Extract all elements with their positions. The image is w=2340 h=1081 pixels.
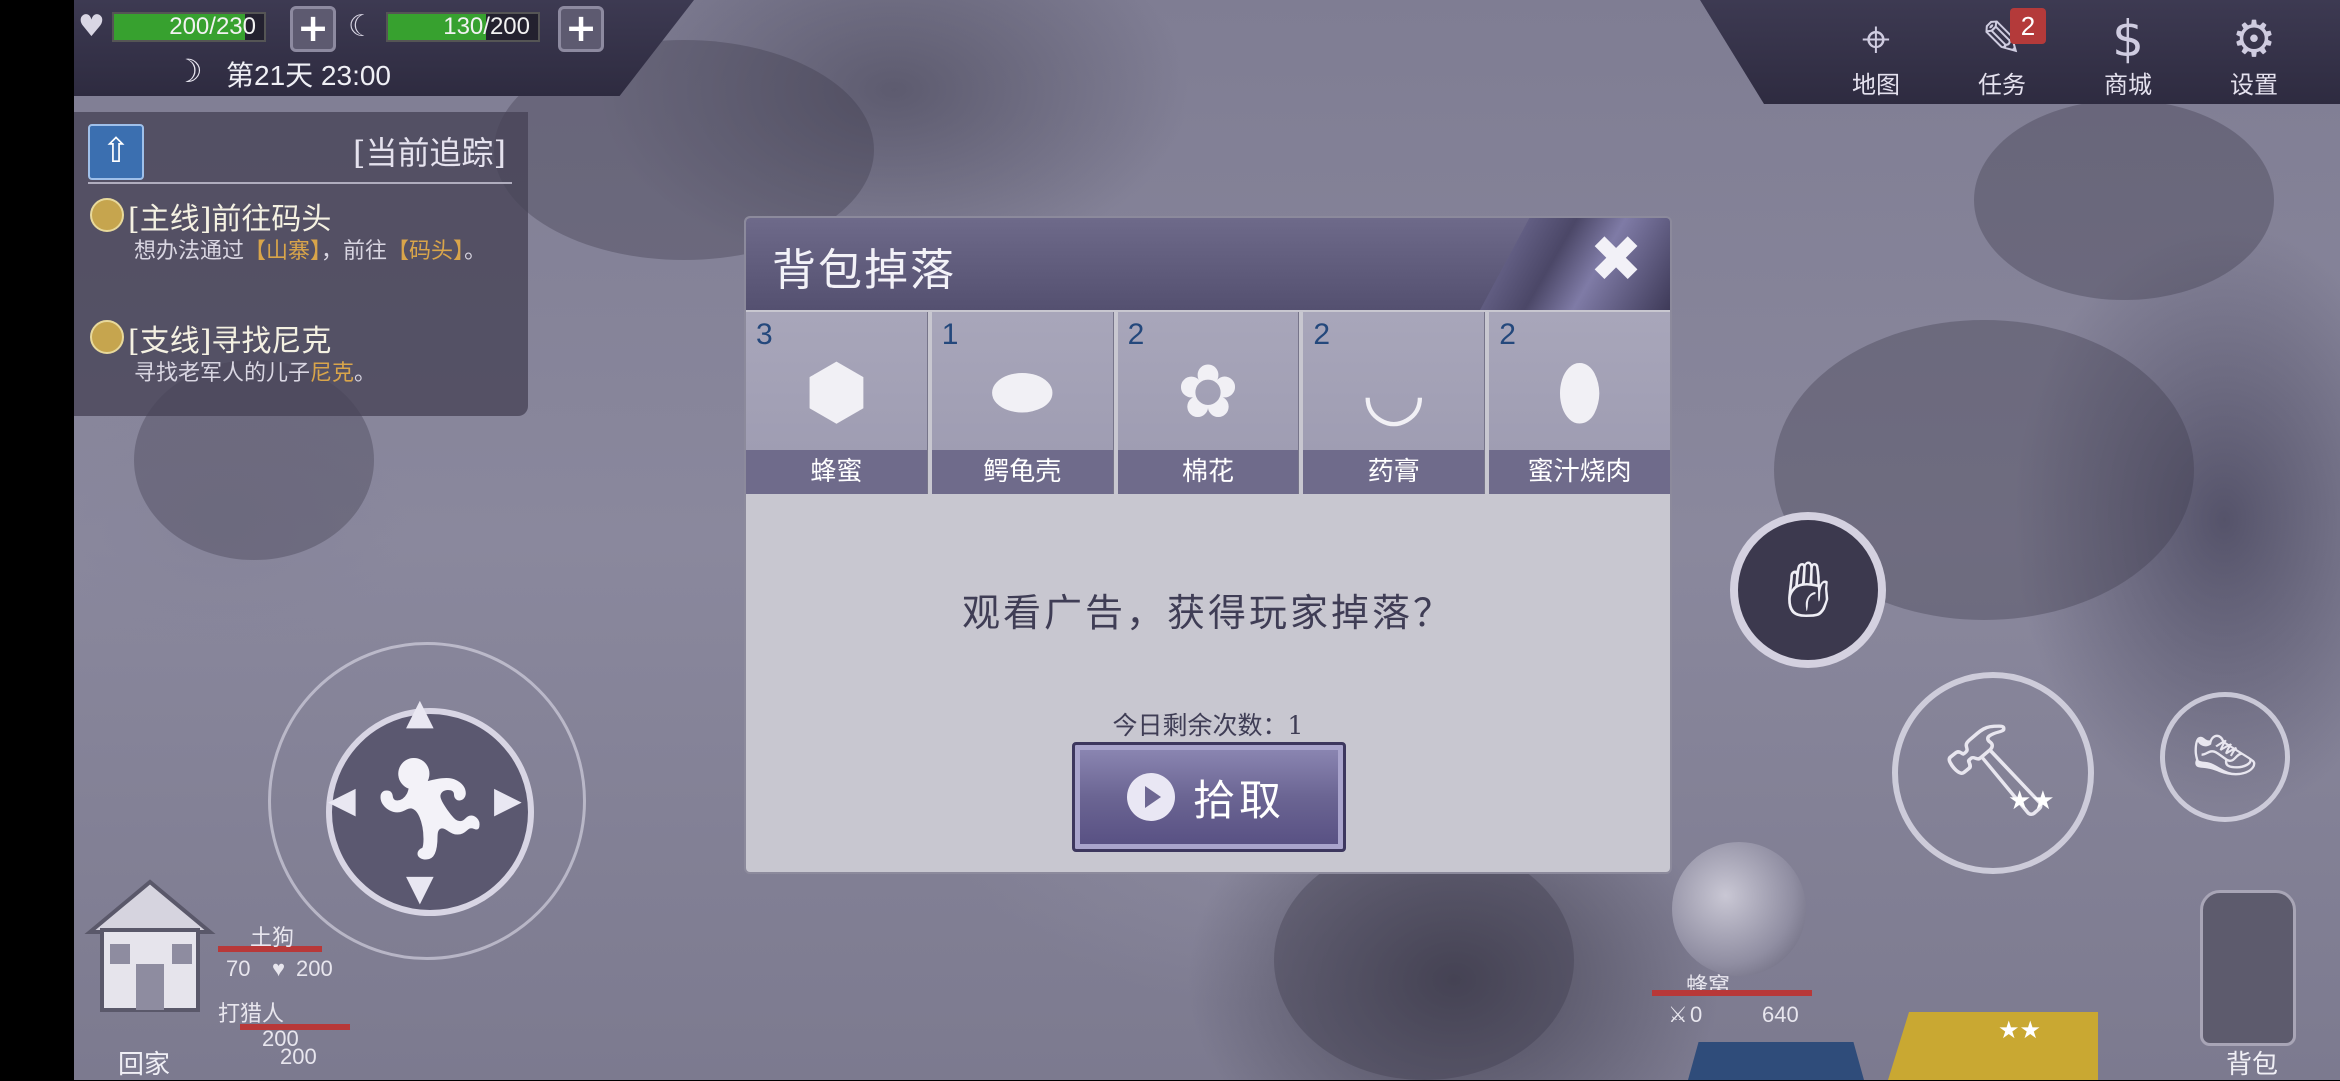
menu-label: 地图 <box>1852 71 1900 99</box>
remaining-count: 今日剩余次数：1 <box>1112 711 1304 740</box>
pick-up-label: 拾取 <box>1193 776 1286 825</box>
backpack-icon[interactable] <box>2200 890 2296 1046</box>
enemy-health-bar <box>1652 990 1812 996</box>
quest-desc-text: 想办法通过 <box>134 239 245 264</box>
item-name: 鳄龟壳 <box>931 450 1113 494</box>
close-button[interactable]: ✖ <box>1584 228 1648 292</box>
sprint-button[interactable]: 👟︎ <box>2160 692 2290 822</box>
quest-desc-text: 。 <box>464 239 487 264</box>
attack-button[interactable]: 🔨︎ ★★ <box>1892 672 2094 874</box>
star-rating-icon: ★★ <box>2008 786 2055 816</box>
drop-item[interactable]: 2 ✿ 棉花 <box>1117 312 1300 494</box>
arrow-up-icon: ▲ <box>406 692 434 733</box>
health-value: 200/230 <box>169 13 256 40</box>
tracker-header: [当前追踪] <box>353 134 506 172</box>
item-name: 棉花 <box>1117 450 1299 494</box>
heart-icon: ♥ <box>272 956 286 981</box>
drop-item[interactable]: 3 ⬢ 蜂蜜 <box>746 312 928 494</box>
divider <box>88 182 512 184</box>
dialog-header: 背包掉落 ✖ <box>746 218 1670 310</box>
arrow-left-icon: ◀ <box>328 780 356 821</box>
drop-item[interactable]: 1 ⬬ 鳄龟壳 <box>931 312 1114 494</box>
quest-count-badge: 2 <box>2010 8 2046 44</box>
pick-up-button[interactable]: 拾取 <box>1072 742 1346 852</box>
weapon-slot-blue[interactable] <box>1688 1042 1864 1080</box>
menu-label: 商城 <box>2104 71 2152 99</box>
home-button[interactable] <box>80 872 220 1022</box>
health-stat: ♥ 200/230 <box>78 12 266 42</box>
roast-meat-icon: ⬮ <box>1556 349 1603 435</box>
drop-item-list: 3 ⬢ 蜂蜜 1 ⬬ 鳄龟壳 2 ✿ 棉花 2 ◡ 药膏 2 ⬮ 蜜汁烧肉 <box>746 312 1670 494</box>
backpack-drop-dialog: 背包掉落 ✖ 3 ⬢ 蜂蜜 1 ⬬ 鳄龟壳 2 ✿ 棉花 2 ◡ 药膏 2 ⬮ … <box>744 216 1672 874</box>
quest-scroll-icon <box>90 320 124 354</box>
item-name: 蜂蜜 <box>746 450 927 494</box>
quest-npc: 尼克 <box>310 361 355 386</box>
enemy-name: 土狗 <box>250 925 295 950</box>
enemy-hp: 200 <box>296 956 333 981</box>
menu-quests[interactable]: ✎ 任务 2 <box>1952 6 2052 98</box>
menu-label: 设置 <box>2230 71 2278 99</box>
quest-title[interactable]: [主线]前往码头 <box>128 194 331 238</box>
enemy-attack: 70 <box>226 956 251 981</box>
quest-title[interactable]: [支线]寻找尼克 <box>128 316 331 360</box>
health-bar: 200/230 <box>112 12 266 42</box>
quest-scroll-icon <box>90 198 124 232</box>
quest-desc-text: 寻找老军人的儿子 <box>134 361 311 386</box>
quest-desc: 想办法通过【山寨】，前往【码头】。 <box>134 236 512 268</box>
item-name: 药膏 <box>1303 450 1485 494</box>
quest-desc-text: ，前往 <box>321 239 388 264</box>
hunger-bar: 130/200 <box>386 12 540 42</box>
menu-shop[interactable]: $ 商城 <box>2078 6 2178 98</box>
sword-icon: ⚔ <box>1668 1002 1688 1027</box>
interact-hand-button[interactable]: ✋︎ <box>1730 512 1886 668</box>
quest-location: 【山寨】 <box>244 239 322 264</box>
menu-settings[interactable]: ⚙ 设置 <box>2204 6 2304 98</box>
arrow-down-icon: ▼ <box>406 868 434 909</box>
menu-label: 任务 <box>1978 71 2026 99</box>
heart-icon: ♥ <box>78 9 105 44</box>
arrow-right-icon: ▶ <box>494 780 522 821</box>
honeycomb-icon: ⬢ <box>804 349 869 435</box>
moon-icon: ☽ <box>174 52 203 90</box>
settings-icon: ⚙ <box>2231 10 2277 68</box>
turtle-shell-icon: ⬬ <box>990 349 1054 435</box>
house-icon <box>84 879 216 1012</box>
shop-icon: $ <box>2112 10 2144 68</box>
home-label: 回家 <box>118 1050 171 1080</box>
quest-desc: 寻找老军人的儿子尼克。 <box>134 358 512 390</box>
menu-map[interactable]: ⌖ 地图 <box>1826 6 1926 98</box>
dialog-title: 背包掉落 <box>772 245 956 296</box>
day-time: 第21天 23:00 <box>226 60 391 91</box>
backpack-label: 背包 <box>2226 1050 2279 1080</box>
ad-question: 观看广告，获得玩家掉落？ <box>961 591 1454 635</box>
star-rating-icon: ★★ <box>1998 1016 2042 1044</box>
hunger-value: 130/200 <box>443 13 530 40</box>
map-icon: ⌖ <box>1861 10 1891 68</box>
add-hunger-button[interactable]: + <box>558 6 604 52</box>
weapon-slot-yellow[interactable]: ★★ <box>1888 1012 2098 1080</box>
drop-item[interactable]: 2 ⬮ 蜜汁烧肉 <box>1489 312 1670 494</box>
hand-icon: ✋︎ <box>1785 545 1831 635</box>
enemy-attack: 0 <box>1690 1002 1703 1027</box>
enemy-hp: 200 <box>280 1044 317 1069</box>
stomach-icon: ☾ <box>348 9 375 44</box>
collapse-tracker-button[interactable]: ⇧ <box>88 124 144 180</box>
quest-desc-text: 。 <box>354 361 377 386</box>
enemy-hp: 640 <box>1762 1002 1799 1027</box>
close-icon: ✖ <box>1589 223 1643 297</box>
quest-location: 【码头】 <box>387 239 465 264</box>
play-icon <box>1127 773 1175 821</box>
add-health-button[interactable]: + <box>290 6 336 52</box>
hunger-stat: ☾ 130/200 <box>348 12 540 42</box>
shoe-icon: 👟︎ <box>2186 722 2264 792</box>
cotton-icon: ✿ <box>1176 349 1239 435</box>
item-name: 蜜汁烧肉 <box>1489 450 1670 494</box>
ointment-bowl-icon: ◡ <box>1361 349 1427 435</box>
drop-item[interactable]: 2 ◡ 药膏 <box>1303 312 1486 494</box>
quest-tracker: ⇧ [当前追踪] [主线]前往码头 想办法通过【山寨】，前往【码头】。 [支线]… <box>74 112 528 416</box>
beehive-object[interactable] <box>1672 842 1806 976</box>
